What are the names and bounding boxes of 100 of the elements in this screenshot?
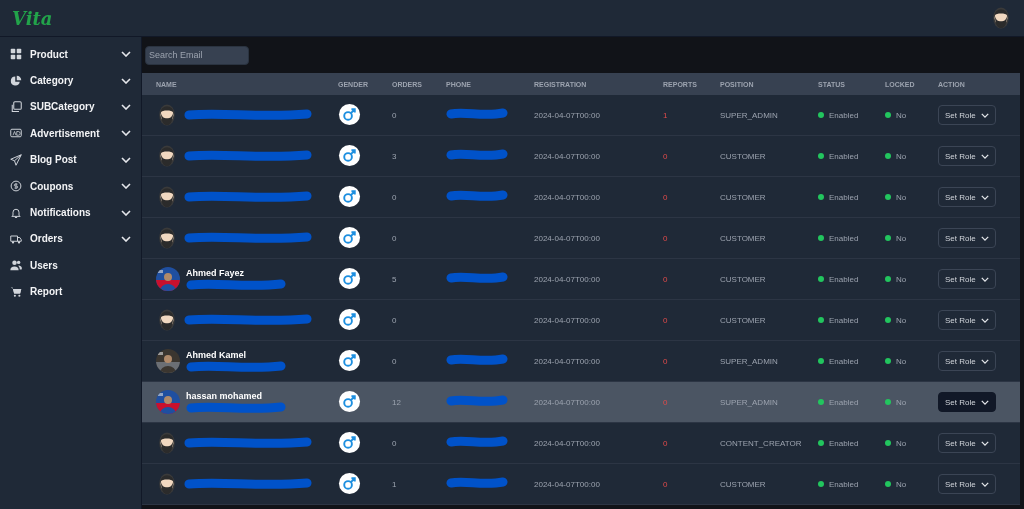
sidebar-item[interactable]: SUBCategory [0, 93, 141, 121]
male-gender-icon [338, 348, 361, 372]
locked-text: No [896, 397, 907, 407]
position-text: SUPER_ADMIN [720, 356, 778, 366]
orders-count: 0 [392, 192, 397, 202]
sidebar-item[interactable]: Users [0, 252, 141, 279]
sidebar-item[interactable]: Orders [0, 225, 141, 253]
locked-text: No [896, 110, 907, 120]
status-dot [818, 112, 824, 118]
male-gender-icon [338, 184, 361, 208]
set-role-button[interactable]: Set Role [938, 105, 996, 125]
locked-dot [885, 112, 891, 118]
set-role-button[interactable]: Set Role [938, 146, 996, 166]
chevron-down-icon [980, 112, 989, 118]
table-row[interactable]: 0 2024-04-07T00:00 0 CUSTOMER Enabled No Set Role [142, 217, 1020, 259]
male-gender-icon [338, 143, 361, 167]
locked-text: No [896, 192, 907, 202]
grid-icon [10, 48, 22, 61]
position-text: SUPER_ADMIN [720, 397, 778, 407]
status-text: Enabled [829, 233, 859, 243]
status-text: Enabled [829, 438, 859, 448]
locked-dot [885, 153, 891, 159]
logo: Vita [12, 7, 53, 29]
search-field[interactable]: Search Email [145, 45, 249, 65]
chevron-down-icon [980, 399, 989, 405]
reports-count: 0 [663, 356, 668, 366]
status-dot [818, 153, 824, 159]
locked-dot [885, 194, 891, 200]
registration-date: 2024-04-07T00:00 [534, 110, 600, 120]
registration-date: 2024-04-07T00:00 [534, 274, 600, 284]
status-text: Enabled [829, 110, 859, 120]
table-row[interactable]: 0 2024-04-07T00:00 0 CUSTOMER Enabled No Set Role [142, 299, 1020, 341]
set-role-button[interactable]: Set Role [938, 187, 996, 207]
sidebar-item[interactable]: Notifications [0, 199, 141, 226]
table-row[interactable]: 0 2024-04-07T00:00 0 CUSTOMER Enabled No Set Role [142, 176, 1020, 218]
registration-date: 2024-04-07T00:00 [534, 315, 600, 325]
set-role-button[interactable]: Set Role [938, 310, 996, 330]
reports-count: 0 [663, 479, 668, 489]
chevron-down-icon [980, 358, 989, 364]
orders-count: 12 [392, 397, 401, 407]
position-text: CUSTOMER [720, 274, 766, 284]
status-text: Enabled [829, 315, 859, 325]
sidebar-item[interactable]: Blog Post [0, 146, 141, 173]
male-gender-icon [338, 471, 361, 495]
status-text: Enabled [829, 356, 859, 366]
sidebar-item[interactable]: Product [0, 41, 141, 68]
chevron-down-icon [980, 440, 989, 446]
table-row[interactable]: Ahmed Kamel 0 2024-04-07T00:00 0 SUPER_ADMIN Enabled No Set Role [142, 340, 1020, 382]
orders-count: 0 [392, 315, 397, 325]
set-role-button[interactable]: Set Role [938, 228, 996, 248]
status-dot [818, 276, 824, 282]
table-row[interactable]: 0 2024-04-07T00:00 1 SUPER_ADMIN Enabled No Set Role [142, 95, 1020, 136]
sidebar-item[interactable]: Advertisement [0, 120, 141, 147]
ad-icon [10, 127, 22, 140]
locked-text: No [896, 233, 907, 243]
chevron-down-icon [980, 194, 989, 200]
table-row[interactable]: 3 2024-04-07T00:00 0 CUSTOMER Enabled No Set Role [142, 135, 1020, 177]
male-gender-icon [338, 389, 361, 413]
sidebar-item[interactable]: Category [0, 67, 141, 94]
table-row[interactable]: hassan mohamed 12 2024-04-07T00:00 0 SUPER_ADMIN Enabled No Set Role [142, 381, 1020, 423]
copy-icon [10, 100, 22, 113]
sidebar-item[interactable]: Report [0, 278, 141, 305]
table-row[interactable]: Ahmed Fayez 5 2024-04-07T00:00 0 CUSTOMER Enabled No Set Role [142, 258, 1020, 300]
registration-date: 2024-04-07T00:00 [534, 397, 600, 407]
registration-date: 2024-04-07T00:00 [534, 233, 600, 243]
dollar-coin-icon [10, 180, 22, 193]
reports-count: 0 [663, 233, 668, 243]
send-icon [10, 153, 22, 166]
reports-count: 0 [663, 315, 668, 325]
status-dot [818, 317, 824, 323]
chevron-down-icon [980, 235, 989, 241]
reports-count: 0 [663, 438, 668, 448]
reports-count: 0 [663, 397, 668, 407]
locked-dot [885, 399, 891, 405]
table-row[interactable]: 1 2024-04-07T00:00 0 CUSTOMER Enabled No Set Role [142, 463, 1020, 505]
position-text: CUSTOMER [720, 233, 766, 243]
locked-text: No [896, 274, 907, 284]
locked-text: No [896, 438, 907, 448]
set-role-button[interactable]: Set Role [938, 433, 996, 453]
set-role-button[interactable]: Set Role [938, 269, 996, 289]
locked-text: No [896, 151, 907, 161]
reports-count: 1 [663, 110, 668, 120]
orders-count: 5 [392, 274, 397, 284]
orders-count: 0 [392, 438, 397, 448]
user-name: Ahmed Fayez [186, 267, 246, 278]
position-text: CUSTOMER [720, 151, 766, 161]
male-gender-icon [338, 102, 361, 126]
set-role-button[interactable]: Set Role [938, 474, 996, 494]
locked-dot [885, 317, 891, 323]
user-name: hassan mohamed [186, 390, 264, 401]
status-dot [818, 399, 824, 405]
set-role-button[interactable]: Set Role [938, 392, 996, 412]
orders-count: 3 [392, 151, 397, 161]
position-text: CUSTOMER [720, 315, 766, 325]
set-role-button[interactable]: Set Role [938, 351, 996, 371]
position-text: SUPER_ADMIN [720, 110, 778, 120]
status-text: Enabled [829, 479, 859, 489]
sidebar-item[interactable]: Coupons [0, 172, 141, 200]
table-row[interactable]: 0 2024-04-07T00:00 0 CONTENT_CREATOR Enabled No Set Role [142, 422, 1020, 464]
pie-chart-icon [10, 74, 22, 87]
